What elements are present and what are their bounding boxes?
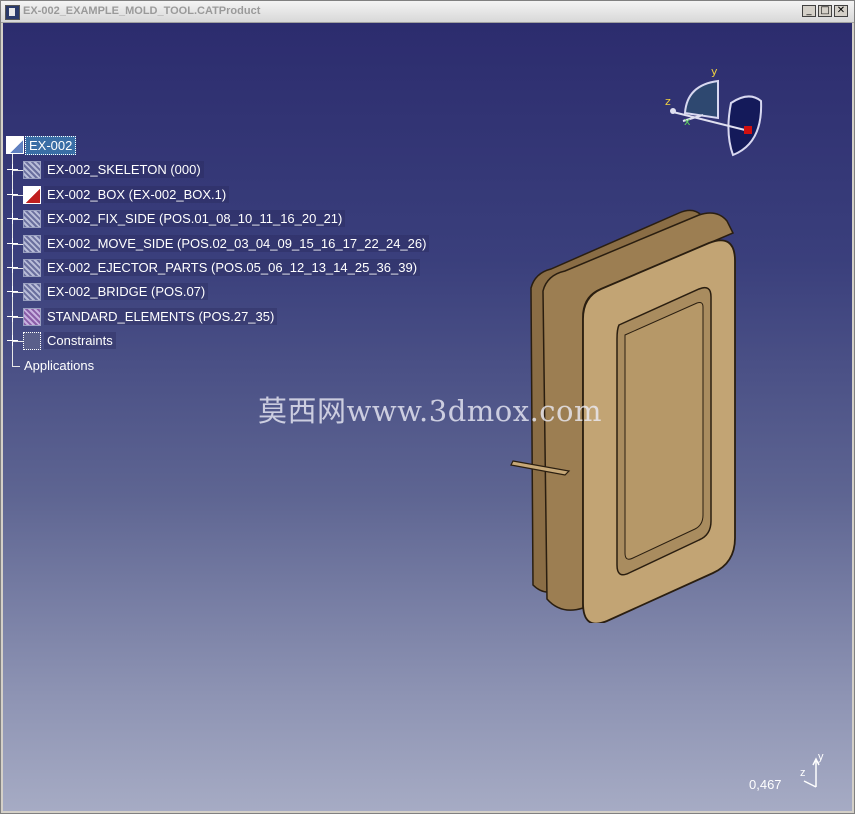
tree-item-label[interactable]: STANDARD_ELEMENTS (POS.27_35) bbox=[44, 308, 278, 325]
tree-item-bridge[interactable]: EX-002_BRIDGE (POS.07) bbox=[3, 281, 483, 303]
compass-graphic bbox=[670, 79, 763, 157]
tree-item-label[interactable]: EX-002_BRIDGE (POS.07) bbox=[44, 283, 209, 300]
tree-item-constraints[interactable]: Constraints bbox=[3, 330, 483, 352]
title-bar[interactable]: EX-002_EXAMPLE_MOLD_TOOL.CATProduct _ □ … bbox=[1, 1, 854, 23]
tree-item-label[interactable]: Constraints bbox=[44, 332, 116, 349]
product-root-icon bbox=[6, 136, 24, 154]
tree-branch-line bbox=[12, 366, 20, 367]
tree-item-standard-elements[interactable]: STANDARD_ELEMENTS (POS.27_35) bbox=[3, 306, 483, 328]
catproduct-document-icon bbox=[5, 5, 20, 20]
watermark-text: 莫西网www.3dmox.com bbox=[258, 394, 602, 428]
tree-root[interactable]: EX-002 bbox=[3, 134, 123, 156]
constraints-icon bbox=[23, 332, 41, 350]
tree-item-label[interactable]: EX-002_BOX (EX-002_BOX.1) bbox=[44, 186, 230, 203]
compass-y-label: y bbox=[711, 65, 718, 78]
part-icon bbox=[23, 235, 41, 253]
tree-item-label[interactable]: EX-002_FIX_SIDE (POS.01_08_10_11_16_20_2… bbox=[44, 210, 346, 227]
tree-item-box[interactable]: EX-002_BOX (EX-002_BOX.1) bbox=[3, 184, 483, 206]
zoom-scale-readout: 0,467 bbox=[749, 777, 782, 792]
tree-item-ejector-parts[interactable]: EX-002_EJECTOR_PARTS (POS.05_06_12_13_14… bbox=[3, 257, 483, 279]
tree-item-skeleton[interactable]: EX-002_SKELETON (000) bbox=[3, 159, 483, 181]
compass-z-label: z bbox=[665, 95, 671, 108]
mini-axis-z-label: z bbox=[800, 767, 806, 779]
part-icon bbox=[23, 161, 41, 179]
tree-item-label[interactable]: Applications bbox=[21, 357, 97, 374]
mini-axis-indicator: y z bbox=[798, 751, 828, 793]
window-title: EX-002_EXAMPLE_MOLD_TOOL.CATProduct bbox=[23, 5, 261, 17]
tree-item-label[interactable]: EX-002_SKELETON (000) bbox=[44, 161, 204, 178]
tree-item-fix-side[interactable]: EX-002_FIX_SIDE (POS.01_08_10_11_16_20_2… bbox=[3, 208, 483, 230]
restore-button[interactable]: □ bbox=[818, 5, 832, 17]
tree-item-applications[interactable]: Applications bbox=[3, 355, 203, 377]
part-icon bbox=[23, 283, 41, 301]
tree-root-label[interactable]: EX-002 bbox=[25, 136, 77, 155]
tree-item-label[interactable]: EX-002_EJECTOR_PARTS (POS.05_06_12_13_14… bbox=[44, 259, 421, 276]
part-icon bbox=[23, 210, 41, 228]
compass-widget[interactable]: y z x bbox=[663, 63, 773, 163]
minimize-button[interactable]: _ bbox=[802, 5, 816, 17]
tree-item-label[interactable]: EX-002_MOVE_SIDE (POS.02_03_04_09_15_16_… bbox=[44, 235, 430, 252]
product-icon bbox=[23, 186, 41, 204]
mini-axis-y-label: y bbox=[818, 751, 824, 763]
tree-item-move-side[interactable]: EX-002_MOVE_SIDE (POS.02_03_04_09_15_16_… bbox=[3, 233, 483, 255]
compass-x-label: x bbox=[684, 115, 691, 128]
3d-viewport[interactable]: EX-002 EX-002_SKELETON (000) EX-002_BOX … bbox=[3, 23, 852, 811]
catia-window: EX-002_EXAMPLE_MOLD_TOOL.CATProduct _ □ … bbox=[0, 0, 855, 814]
specification-tree: EX-002 EX-002_SKELETON (000) EX-002_BOX … bbox=[3, 23, 503, 423]
close-button[interactable]: ✕ bbox=[834, 5, 848, 17]
part-icon bbox=[23, 259, 41, 277]
standard-elements-icon bbox=[23, 308, 41, 326]
